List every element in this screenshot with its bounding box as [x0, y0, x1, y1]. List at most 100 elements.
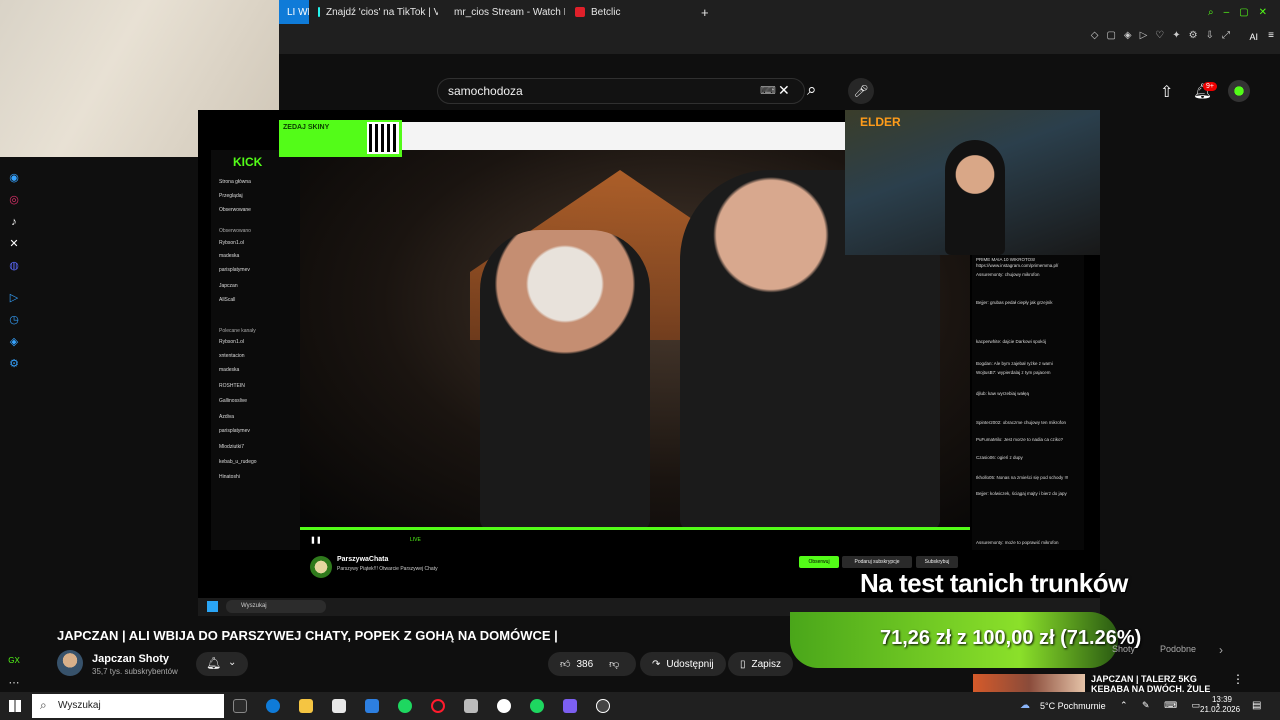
gx-icon[interactable]: GX	[7, 654, 21, 668]
subscriber-count: 35,7 tys. subskrybentów	[92, 667, 178, 676]
stream-chat: PRIME MAIA 10 WIKROTOS! https://www.inst…	[972, 255, 1084, 550]
spotify-icon[interactable]	[398, 699, 412, 713]
kick-logo: KICK	[233, 155, 263, 169]
app-icon[interactable]	[464, 699, 478, 713]
search-icon: ⌕	[40, 698, 47, 712]
windows-start-icon[interactable]	[9, 700, 21, 712]
kick-channel: ROSHTEIN	[219, 383, 245, 389]
minimize-icon[interactable]: –	[1224, 7, 1230, 18]
kick-nav-browse: Przeglądaj	[219, 193, 243, 199]
person-left	[480, 230, 650, 530]
discord-icon[interactable]	[563, 699, 577, 713]
github-icon[interactable]	[596, 699, 610, 713]
tab-kick[interactable]: mr_cios Stream - Watch L	[440, 0, 565, 24]
stream-seekbar	[300, 527, 970, 530]
chevron-down-icon: ⌄	[228, 657, 237, 668]
kick-channel: AllScall	[219, 297, 236, 303]
new-tab-button[interactable]: +	[693, 0, 713, 24]
file-explorer-icon[interactable]	[299, 699, 313, 713]
streamer-figure	[945, 140, 1005, 255]
kick-channel: Hinatoshi	[219, 474, 240, 480]
inner-browser-bar	[402, 122, 846, 150]
thumbs-down-icon[interactable]: 👎︎	[609, 658, 619, 670]
upload-icon[interactable]: ⇧	[1160, 82, 1173, 102]
recommended-thumbnail[interactable]	[973, 674, 1085, 694]
opera-icon[interactable]	[431, 699, 445, 713]
chat-message: Assuremonty: może to poprawić mikrofon	[976, 540, 1059, 545]
mic-icon[interactable]: 🎤︎	[848, 78, 874, 104]
share-button[interactable]: ↷ Udostępnij	[640, 652, 726, 676]
channel-name[interactable]: Japczan Shoty	[92, 653, 169, 665]
discord-icon[interactable]: ◍	[7, 259, 21, 273]
clock-icon[interactable]: ◷	[7, 313, 21, 327]
chevron-right-icon[interactable]: ›	[1219, 643, 1223, 657]
kick-channel: Mlodziutki7	[219, 444, 245, 450]
tab-similar[interactable]: Podobne	[1160, 644, 1196, 654]
mail-icon[interactable]	[365, 699, 379, 713]
kick-subscribe-button: Subskrybuj	[916, 556, 958, 568]
profile-button[interactable]: AI	[1249, 32, 1258, 42]
settings-icon[interactable]: ⚙	[7, 357, 21, 371]
search-icon[interactable]: ⌕	[807, 80, 817, 100]
menu-icon[interactable]: ≡	[1268, 30, 1274, 41]
live-label: LIVE	[410, 537, 421, 543]
wallet-icon[interactable]: ◈	[7, 335, 21, 349]
kick-recommended-header: Polecane kanały	[219, 328, 256, 334]
stream-title: Parszywy Piątek!!! Otwarcie Parszywej Ch…	[337, 566, 438, 572]
plus-icon: +	[701, 4, 709, 20]
tiktok-icon	[318, 7, 320, 17]
x-icon[interactable]: ✕	[7, 237, 21, 251]
kick-channel: Azdiva	[219, 414, 235, 420]
tab-betclic[interactable]: Betclic	[567, 0, 687, 24]
tab-label: Betclic	[591, 6, 621, 18]
recommended-title[interactable]: JAPCZAN | TALERZ 5KG KEBABA NA DWÓCH, ŻU…	[1091, 674, 1211, 694]
chat-message: Spinter2002: obraczme chujowy ten mikrof…	[976, 420, 1067, 425]
notification-badge: 9+	[1203, 82, 1217, 91]
notifications-icon[interactable]: ▤	[1252, 700, 1261, 711]
clear-search-icon[interactable]: ✕	[778, 82, 790, 99]
tab-label: LI WB	[287, 6, 309, 18]
extension-icons[interactable]: ◇▢◈▷♡✦⚙⇩⤢	[1091, 30, 1238, 41]
close-icon[interactable]: ✕	[1259, 7, 1267, 18]
keyboard-icon[interactable]: ⌨	[760, 84, 776, 97]
search-icon[interactable]: ⌕	[1208, 7, 1214, 18]
avatar[interactable]	[1228, 80, 1250, 102]
tiktok-icon[interactable]: ♪	[7, 215, 21, 229]
spotify-icon[interactable]	[530, 699, 544, 713]
play-icon[interactable]: ▷	[7, 291, 21, 305]
instagram-icon[interactable]: ◎	[7, 193, 21, 207]
tab-active[interactable]: LI WB	[279, 0, 309, 24]
video-title: JAPCZAN | ALI WBIJA DO PARSZYWEJ CHATY, …	[57, 628, 558, 643]
elder-logo: ELDER	[860, 115, 901, 129]
betclic-icon	[575, 7, 585, 17]
obs-icon[interactable]	[497, 699, 511, 713]
tab-tiktok[interactable]: Znajdź 'cios' na TikTok | V	[310, 0, 438, 24]
kick-nav-home: Strona główna	[219, 179, 251, 185]
clock-time: 13:39	[1211, 695, 1232, 704]
more-options-icon[interactable]: ⋮	[1232, 672, 1244, 686]
chat-message: Bejjer: kolwiczek, ściągaj majty i bierz…	[976, 491, 1067, 496]
weather-widget[interactable]: 5°C Pochmurnie	[1040, 701, 1106, 711]
messenger-icon[interactable]: ◉	[7, 171, 21, 185]
inner-windows-icon	[207, 601, 218, 612]
chat-message: djlub: kaw wyrzebiaj wałęą	[976, 391, 1030, 396]
chat-message: kacperwhite: dajcie Darkowi spokój	[976, 339, 1047, 344]
clock[interactable]: 13:39 21.02.2026	[1200, 695, 1240, 715]
kick-channel: parisplatymev	[219, 267, 250, 273]
maximize-icon[interactable]: ▢	[1239, 7, 1248, 18]
kick-channel: Japczan	[219, 283, 238, 289]
more-icon[interactable]: ⋯	[7, 676, 21, 690]
subscribe-bell-button[interactable]: 🔔︎ ⌄	[196, 652, 248, 676]
like-button[interactable]: 👍︎ 386 👎︎	[548, 652, 636, 676]
kick-nav-following: Obserwowane	[219, 207, 251, 213]
chat-message: Czasio06: ogień z dupy	[976, 455, 1023, 460]
task-view-icon[interactable]	[233, 699, 247, 713]
stream-caption: Na test tanich trunków	[860, 568, 1128, 598]
tab-shorts[interactable]: Shoty	[1112, 644, 1135, 654]
save-button[interactable]: ▯ Zapisz	[728, 652, 793, 676]
windows-search-input[interactable]: Wyszukaj	[32, 694, 224, 718]
search-input[interactable]: samochodoza	[448, 84, 523, 98]
store-icon[interactable]	[332, 699, 346, 713]
channel-avatar[interactable]	[57, 650, 83, 676]
edge-icon[interactable]	[266, 699, 280, 713]
